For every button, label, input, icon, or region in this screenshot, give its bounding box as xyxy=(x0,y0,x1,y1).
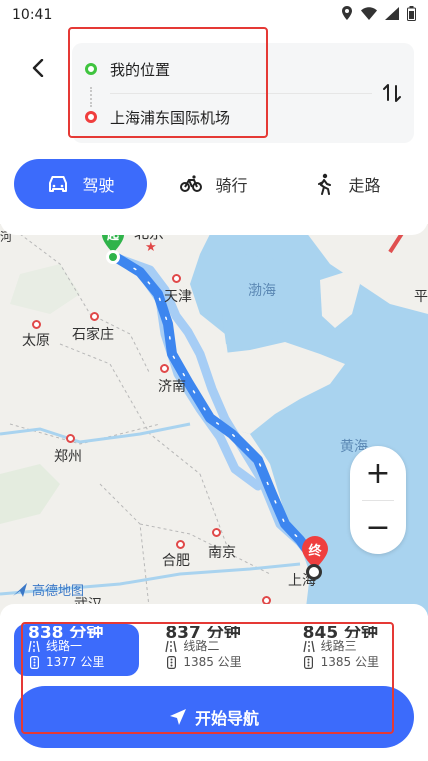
zoom-control: + − xyxy=(350,446,406,554)
road-icon xyxy=(28,639,40,653)
map-label-taiyuan: 太原 xyxy=(22,333,50,349)
city-dot-zhengzhou xyxy=(66,434,75,443)
swap-route-button[interactable] xyxy=(378,79,406,107)
city-dot-tianjin xyxy=(172,274,181,283)
start-navigation-label: 开始导航 xyxy=(194,709,259,728)
route-option-1[interactable]: 838 分钟 线路一 1377 公里 xyxy=(14,624,140,676)
route-input-box: 我的位置 上海浦东国际机场 xyxy=(72,43,414,143)
route-option-2[interactable]: 837 分钟 线路二 1385 公里 xyxy=(151,624,276,676)
signal-icon xyxy=(385,6,399,24)
origin-field[interactable]: 我的位置 xyxy=(72,49,372,89)
zoom-in-button[interactable]: + xyxy=(350,446,406,500)
route-distance-row: 1385 公里 xyxy=(303,654,414,670)
status-bar: 10:41 xyxy=(0,0,428,30)
traffic-light-icon xyxy=(28,655,40,669)
tab-drive[interactable]: 驾驶 xyxy=(14,159,147,209)
route-panel: 838 分钟 线路一 1377 公里 837 分钟 线路二 1385 公里 84… xyxy=(0,604,428,761)
road-icon xyxy=(165,639,177,653)
car-icon xyxy=(46,172,70,196)
route-options: 838 分钟 线路一 1377 公里 837 分钟 线路二 1385 公里 84… xyxy=(14,624,414,676)
map-label-zhengzhou: 郑州 xyxy=(54,449,82,465)
map-label-bohai: 渤海 xyxy=(248,283,276,299)
city-dot-taiyuan xyxy=(32,320,41,329)
origin-text: 我的位置 xyxy=(110,60,171,79)
route-name-row: 线路三 xyxy=(303,638,414,654)
traffic-light-icon xyxy=(303,655,315,669)
walk-icon xyxy=(312,172,336,196)
route-name: 线路三 xyxy=(320,639,357,653)
route-name: 线路一 xyxy=(46,639,83,653)
city-dot-jinan xyxy=(160,364,169,373)
destination-text: 上海浦东国际机场 xyxy=(110,108,231,127)
route-name-row: 线路一 xyxy=(28,638,139,654)
end-marker-label: 终 xyxy=(308,544,322,559)
traffic-light-icon xyxy=(165,655,177,669)
wifi-icon xyxy=(361,6,377,24)
swap-icon xyxy=(383,84,401,102)
route-name: 线路二 xyxy=(183,639,220,653)
city-dot-nanjing xyxy=(212,528,221,537)
status-icons xyxy=(341,5,416,25)
back-button[interactable] xyxy=(22,52,54,84)
city-dot-shijiazhuang xyxy=(90,312,99,321)
map-label-nanjing: 南京 xyxy=(208,545,236,561)
route-time: 838 分钟 xyxy=(28,626,104,638)
amap-logo-icon xyxy=(13,582,27,597)
navigate-arrow-icon xyxy=(169,709,186,725)
destination-field[interactable]: 上海浦东国际机场 xyxy=(72,97,372,137)
zoom-out-button[interactable]: − xyxy=(350,500,406,554)
route-name-row: 线路二 xyxy=(165,638,276,654)
map-label-ping: 平 xyxy=(414,289,428,305)
battery-icon xyxy=(407,5,416,25)
status-time: 10:41 xyxy=(12,7,53,23)
route-time: 837 分钟 xyxy=(165,626,241,638)
route-header: 我的位置 上海浦东国际机场 驾驶 骑行 走路 xyxy=(0,30,428,235)
map-view[interactable]: 北京 ★ 天津 渤海 平 太原 石家庄 济南 黄海 郑州 合肥 南京 上海 武汉… xyxy=(0,224,428,616)
city-dot-hefei xyxy=(176,540,185,549)
route-divider xyxy=(110,93,372,94)
route-distance: 1385 公里 xyxy=(183,655,242,669)
map-watermark: 高德地图 xyxy=(12,580,84,599)
destination-dot-icon xyxy=(85,111,97,123)
route-distance: 1377 公里 xyxy=(46,655,105,669)
map-label-jinan: 济南 xyxy=(158,379,186,395)
back-arrow-icon xyxy=(32,59,44,77)
road-icon xyxy=(303,639,315,653)
map-label-tianjin: 天津 xyxy=(164,289,192,305)
map-label-shijiazhuang: 石家庄 xyxy=(72,327,114,343)
tab-bike[interactable]: 骑行 xyxy=(147,159,280,209)
route-option-3[interactable]: 845 分钟 线路三 1385 公里 xyxy=(289,624,414,676)
watermark-text: 高德地图 xyxy=(32,584,85,599)
tab-bike-label: 骑行 xyxy=(215,176,248,195)
map-label-hefei: 合肥 xyxy=(162,553,190,569)
route-distance-row: 1385 公里 xyxy=(165,654,276,670)
start-navigation-button[interactable]: 开始导航 xyxy=(14,686,414,748)
origin-dot-icon xyxy=(85,63,97,75)
end-point-dot xyxy=(306,564,322,580)
start-point-dot xyxy=(106,250,120,264)
tab-walk-label: 走路 xyxy=(348,176,381,195)
route-distance-row: 1377 公里 xyxy=(28,654,139,670)
route-distance: 1385 公里 xyxy=(320,655,380,669)
tab-walk[interactable]: 走路 xyxy=(280,159,413,209)
tab-drive-label: 驾驶 xyxy=(82,176,115,195)
bicycle-icon xyxy=(179,172,203,196)
route-time: 845 分钟 xyxy=(302,626,379,638)
capital-star-icon: ★ xyxy=(145,240,157,255)
travel-mode-tabs: 驾驶 骑行 走路 xyxy=(14,159,414,209)
location-icon xyxy=(341,6,353,24)
